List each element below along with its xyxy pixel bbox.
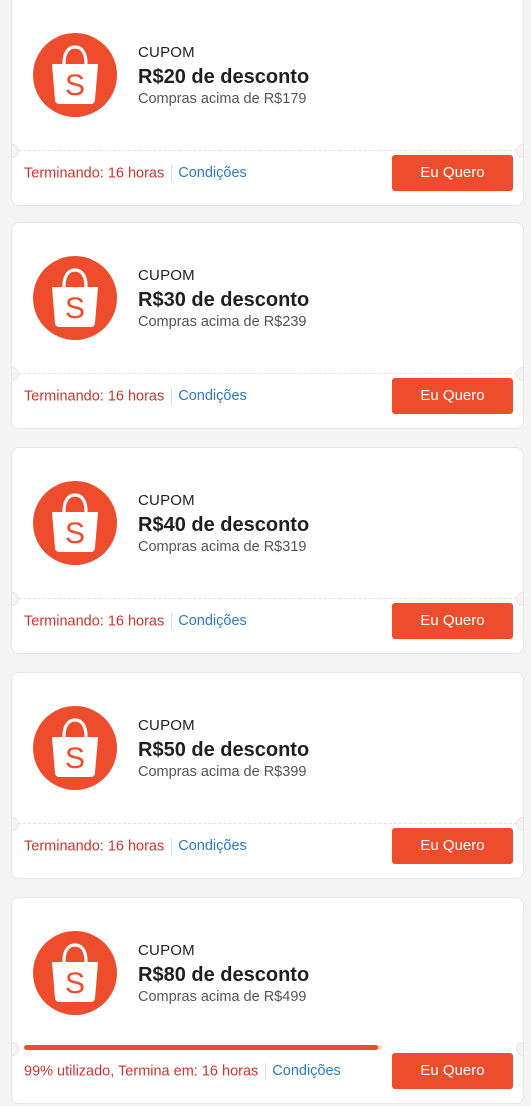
coupon-kind: CUPOM	[138, 492, 195, 509]
coupon-status-row: Terminando: 16 horas Condições	[24, 613, 247, 630]
coupon-title: R$50 de desconto	[138, 739, 310, 761]
ticket-notch	[516, 817, 523, 831]
coupon-expiry: Terminando: 16 horas	[24, 388, 165, 405]
coupon-expiry: 99% utilizado, Termina em: 16 horas	[24, 1063, 259, 1080]
ticket-notch	[12, 144, 19, 158]
svg-text:S: S	[65, 292, 85, 325]
coupon-expiry: Terminando: 16 horas	[24, 613, 165, 630]
claim-button[interactable]: Eu Quero	[392, 1053, 513, 1089]
coupon-status-row: Terminando: 16 horas Condições	[24, 838, 247, 855]
conditions-link[interactable]: Condições	[272, 1063, 341, 1079]
coupon-text: CUPOM R$20 de desconto Compras acima de …	[138, 44, 309, 108]
coupon-body: S CUPOM R$30 de desconto Compras acima d…	[12, 223, 523, 373]
coupon-card: S CUPOM R$50 de desconto Compras acima d…	[11, 672, 524, 879]
ticket-notch	[12, 1042, 19, 1056]
coupon-text: CUPOM R$40 de desconto Compras acima de …	[138, 492, 309, 556]
footer-separator	[171, 613, 173, 630]
footer-separator	[171, 838, 173, 855]
ticket-notch	[516, 367, 523, 381]
coupon-divider	[18, 823, 517, 824]
shopee-bag-icon: S	[33, 481, 117, 565]
coupon-min-purchase: Compras acima de R$399	[138, 764, 307, 780]
shopee-bag-icon: S	[33, 706, 117, 790]
conditions-link[interactable]: Condições	[178, 165, 247, 181]
coupon-footer: Terminando: 16 horas Condições Eu Quero	[24, 603, 513, 639]
ticket-notch	[516, 1042, 523, 1056]
footer-separator	[265, 1063, 267, 1080]
ticket-notch	[12, 592, 19, 606]
svg-text:S: S	[65, 742, 85, 775]
usage-progress-bar	[24, 1045, 382, 1050]
coupon-status-row: 99% utilizado, Termina em: 16 horas Condi…	[24, 1063, 341, 1080]
coupon-list: S CUPOM R$20 de desconto Compras acima d…	[0, 0, 531, 1106]
footer-separator	[171, 388, 173, 405]
coupon-footer: Terminando: 16 horas Condições Eu Quero	[24, 828, 513, 864]
claim-button[interactable]: Eu Quero	[392, 603, 513, 639]
coupon-card: S CUPOM R$30 de desconto Compras acima d…	[11, 222, 524, 429]
coupon-kind: CUPOM	[138, 267, 195, 284]
coupon-min-purchase: Compras acima de R$239	[138, 314, 307, 330]
coupon-title: R$20 de desconto	[138, 66, 310, 88]
coupon-expiry: Terminando: 16 horas	[24, 165, 165, 182]
coupon-kind: CUPOM	[138, 44, 195, 61]
claim-button[interactable]: Eu Quero	[392, 378, 513, 414]
coupon-body: S CUPOM R$40 de desconto Compras acima d…	[12, 448, 523, 598]
coupon-footer: 99% utilizado, Termina em: 16 horas Condi…	[24, 1045, 513, 1089]
coupon-title: R$30 de desconto	[138, 289, 310, 311]
ticket-notch	[12, 367, 19, 381]
coupon-text: CUPOM R$30 de desconto Compras acima de …	[138, 267, 309, 331]
conditions-link[interactable]: Condições	[178, 838, 247, 854]
coupon-card: S CUPOM R$80 de desconto Compras acima d…	[11, 897, 524, 1104]
shopee-bag-icon: S	[33, 33, 117, 117]
coupon-expiry: Terminando: 16 horas	[24, 838, 165, 855]
svg-text:S: S	[65, 69, 85, 102]
svg-text:S: S	[65, 517, 85, 550]
ticket-notch	[12, 817, 19, 831]
coupon-title: R$80 de desconto	[138, 964, 310, 986]
footer-separator	[171, 165, 173, 182]
coupon-body: S CUPOM R$20 de desconto Compras acima d…	[12, 0, 523, 150]
coupon-card: S CUPOM R$40 de desconto Compras acima d…	[11, 447, 524, 654]
conditions-link[interactable]: Condições	[178, 613, 247, 629]
shopee-bag-icon: S	[33, 931, 117, 1015]
coupon-body: S CUPOM R$80 de desconto Compras acima d…	[12, 898, 523, 1048]
usage-progress-fill	[24, 1045, 379, 1050]
coupon-min-purchase: Compras acima de R$319	[138, 539, 307, 555]
svg-text:S: S	[65, 967, 85, 1000]
claim-button[interactable]: Eu Quero	[392, 155, 513, 191]
conditions-link[interactable]: Condições	[178, 388, 247, 404]
coupon-footer: Terminando: 16 horas Condições Eu Quero	[24, 378, 513, 414]
claim-button[interactable]: Eu Quero	[392, 828, 513, 864]
coupon-card: S CUPOM R$20 de desconto Compras acima d…	[11, 0, 524, 206]
shopee-bag-icon: S	[33, 256, 117, 340]
coupon-divider	[18, 373, 517, 374]
coupon-text: CUPOM R$80 de desconto Compras acima de …	[138, 942, 309, 1006]
ticket-notch	[516, 592, 523, 606]
coupon-footer: Terminando: 16 horas Condições Eu Quero	[24, 155, 513, 191]
ticket-notch	[516, 144, 523, 158]
coupon-body: S CUPOM R$50 de desconto Compras acima d…	[12, 673, 523, 823]
coupon-min-purchase: Compras acima de R$179	[138, 91, 307, 107]
coupon-status-row: Terminando: 16 horas Condições	[24, 165, 247, 182]
coupon-divider	[18, 598, 517, 599]
coupon-divider	[18, 150, 517, 151]
coupon-kind: CUPOM	[138, 942, 195, 959]
coupon-title: R$40 de desconto	[138, 514, 310, 536]
coupon-status-row: Terminando: 16 horas Condições	[24, 388, 247, 405]
coupon-min-purchase: Compras acima de R$499	[138, 989, 307, 1005]
coupon-kind: CUPOM	[138, 717, 195, 734]
coupon-text: CUPOM R$50 de desconto Compras acima de …	[138, 717, 309, 781]
